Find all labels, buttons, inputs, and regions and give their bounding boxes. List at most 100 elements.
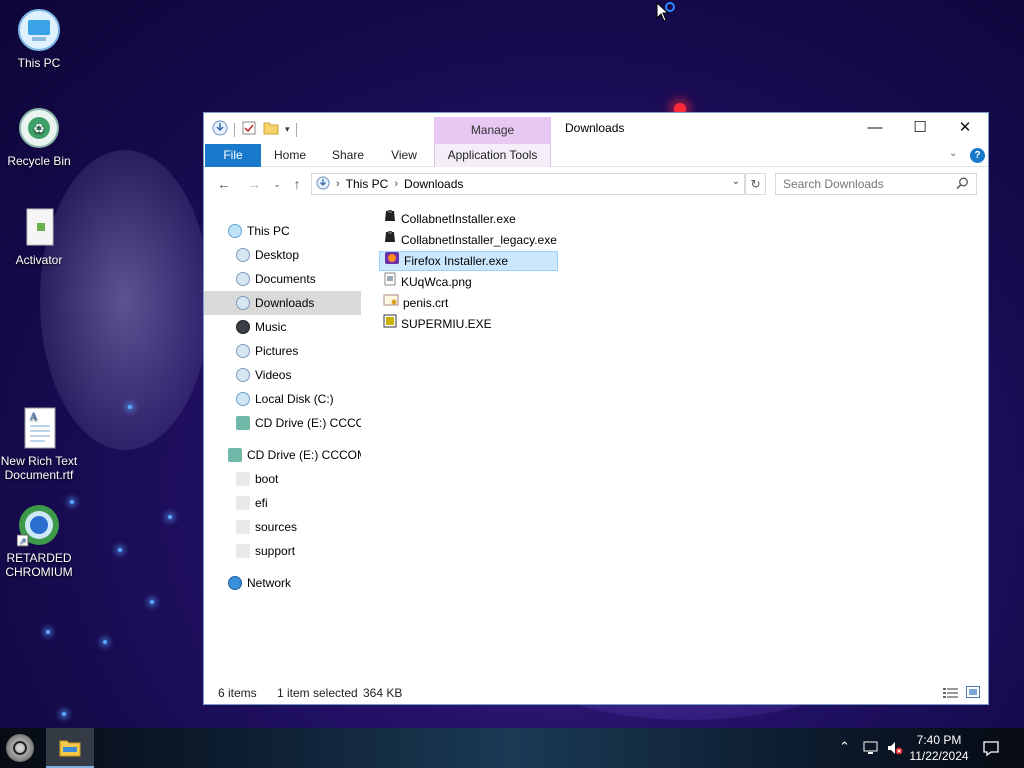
- window-title: Downloads: [565, 121, 625, 135]
- music-icon: [236, 320, 250, 334]
- expand-ribbon-chevron-icon[interactable]: ⌄: [949, 148, 957, 159]
- desktop-icon-this-pc[interactable]: This PC: [0, 8, 78, 70]
- local-disk-icon: [236, 392, 250, 406]
- nav-item-efi[interactable]: efi: [236, 491, 358, 515]
- breadcrumb-separator-icon[interactable]: ›: [336, 178, 340, 190]
- desktop-icon-label: Activator: [15, 253, 63, 267]
- new-folder-icon[interactable]: [263, 120, 279, 139]
- svg-text:♻: ♻: [33, 122, 45, 137]
- notifications-icon[interactable]: [982, 739, 1000, 760]
- desktop-icon-activator[interactable]: Activator: [0, 205, 78, 267]
- cd-drive-icon: [236, 416, 250, 430]
- nav-item-music[interactable]: Music: [236, 315, 358, 339]
- png-file-icon: [383, 272, 397, 292]
- wallpaper-star: [128, 405, 132, 409]
- folder-icon: [236, 520, 250, 534]
- nav-item-label: CD Drive (E:) CCCO: [255, 416, 361, 430]
- nav-item-pictures[interactable]: Pictures: [236, 339, 358, 363]
- refresh-icon: ↻: [750, 177, 761, 191]
- file-item[interactable]: CollabnetInstaller_legacy.exe: [379, 230, 561, 250]
- clock-date: 11/22/2024: [909, 749, 969, 763]
- file-item[interactable]: CollabnetInstaller.exe: [379, 209, 520, 229]
- rtf-document-icon: A: [17, 406, 61, 450]
- file-name: CollabnetInstaller_legacy.exe: [401, 233, 557, 247]
- desktop-icon: [236, 248, 250, 262]
- nav-item-cd-drive[interactable]: CD Drive (E:) CCCO: [236, 411, 361, 435]
- file-item[interactable]: penis.crt: [379, 293, 452, 313]
- network-status-icon[interactable]: [862, 740, 880, 759]
- recent-locations-chevron-icon[interactable]: ⌄: [267, 174, 287, 194]
- selection-size: 364 KB: [363, 686, 403, 700]
- properties-icon[interactable]: [241, 120, 257, 139]
- folder-icon: [236, 544, 250, 558]
- minimize-button[interactable]: —: [852, 113, 898, 143]
- pictures-icon: [236, 344, 250, 358]
- breadcrumb-separator-icon[interactable]: ›: [394, 178, 398, 190]
- recycle-bin-icon: ♻: [17, 106, 61, 150]
- file-name: KUqWca.png: [401, 275, 472, 289]
- address-bar[interactable]: › This PC › Downloads ⌄: [311, 173, 745, 195]
- up-arrow-icon[interactable]: ↑: [287, 174, 307, 194]
- nav-item-label: efi: [255, 496, 268, 510]
- start-button[interactable]: [6, 734, 34, 762]
- help-icon[interactable]: ?: [970, 148, 985, 163]
- search-input[interactable]: Search Downloads: [775, 173, 977, 195]
- nav-item-network[interactable]: Network: [228, 571, 358, 595]
- address-history-chevron-icon[interactable]: ⌄: [732, 176, 740, 187]
- file-explorer-window[interactable]: ▾ Manage Downloads — ☐ ✕ File Home Share…: [203, 112, 989, 705]
- nav-item-this-pc[interactable]: This PC: [228, 219, 358, 243]
- exe-icon: [383, 314, 397, 334]
- maximize-button[interactable]: ☐: [897, 113, 943, 143]
- tab-manage-context[interactable]: Manage: [434, 117, 551, 144]
- item-count: 6 items: [218, 686, 257, 700]
- computer-icon: [17, 8, 61, 52]
- nav-item-videos[interactable]: Videos: [236, 363, 358, 387]
- exe-icon: [383, 230, 397, 250]
- file-item[interactable]: SUPERMIU.EXE: [379, 314, 496, 334]
- nav-item-local-disk[interactable]: Local Disk (C:): [236, 387, 358, 411]
- desktop-icon-rtf-document[interactable]: A New Rich Text Document.rtf: [0, 406, 78, 482]
- file-name: Firefox Installer.exe: [404, 254, 509, 268]
- svg-text:A: A: [29, 412, 38, 423]
- nav-item-label: boot: [255, 472, 279, 486]
- nav-item-boot[interactable]: boot: [236, 467, 358, 491]
- breadcrumb-downloads[interactable]: Downloads: [404, 177, 463, 191]
- breadcrumb-this-pc[interactable]: This PC: [346, 177, 389, 191]
- nav-item-desktop[interactable]: Desktop: [236, 243, 358, 267]
- close-button[interactable]: ✕: [942, 113, 988, 143]
- nav-item-sources[interactable]: sources: [236, 515, 358, 539]
- tab-share[interactable]: Share: [326, 144, 370, 167]
- tab-application-tools[interactable]: Application Tools: [434, 144, 551, 167]
- taskbar: ⌃ 7:40 PM 11/22/2024: [0, 728, 1024, 768]
- tab-view[interactable]: View: [384, 144, 424, 167]
- large-icons-view-icon[interactable]: [966, 686, 980, 702]
- nav-item-downloads[interactable]: Downloads: [204, 291, 361, 315]
- status-bar: 6 items 1 item selected 364 KB: [218, 686, 980, 702]
- wallpaper-star: [168, 515, 172, 519]
- tab-home[interactable]: Home: [268, 144, 312, 167]
- nav-item-support[interactable]: support: [236, 539, 358, 563]
- show-hidden-icons-chevron-icon[interactable]: ⌃: [839, 739, 850, 755]
- nav-item-documents[interactable]: Documents: [236, 267, 358, 291]
- details-view-icon[interactable]: [943, 687, 959, 702]
- title-bar[interactable]: ▾ Manage Downloads — ☐ ✕: [204, 113, 988, 144]
- refresh-button[interactable]: ↻: [745, 173, 766, 195]
- clock[interactable]: 7:40 PM 11/22/2024: [902, 732, 976, 764]
- svg-text:↗: ↗: [19, 537, 27, 547]
- taskbar-file-explorer-button[interactable]: [46, 728, 94, 768]
- back-arrow-icon[interactable]: ←: [214, 174, 234, 194]
- forward-arrow-icon[interactable]: →: [244, 174, 264, 194]
- nav-item-label: Local Disk (C:): [255, 392, 334, 406]
- customize-toolbar-chevron-icon[interactable]: ▾: [285, 124, 290, 135]
- nav-item-cd-drive-root[interactable]: CD Drive (E:) CCCOM: [228, 443, 361, 467]
- desktop-icon-recycle-bin[interactable]: ♻ Recycle Bin: [0, 106, 78, 168]
- clock-time: 7:40 PM: [916, 733, 962, 747]
- file-item[interactable]: KUqWca.png: [379, 272, 476, 292]
- tab-file[interactable]: File: [205, 144, 261, 167]
- file-item-selected[interactable]: Firefox Installer.exe: [379, 251, 558, 271]
- nav-item-label: Pictures: [255, 344, 299, 358]
- selection-count: 1 item selected: [277, 686, 358, 700]
- desktop-icon-chromium[interactable]: ↗ RETARDED CHROMIUM: [0, 503, 78, 579]
- this-pc-icon: [228, 224, 242, 238]
- file-name: CollabnetInstaller.exe: [401, 212, 516, 226]
